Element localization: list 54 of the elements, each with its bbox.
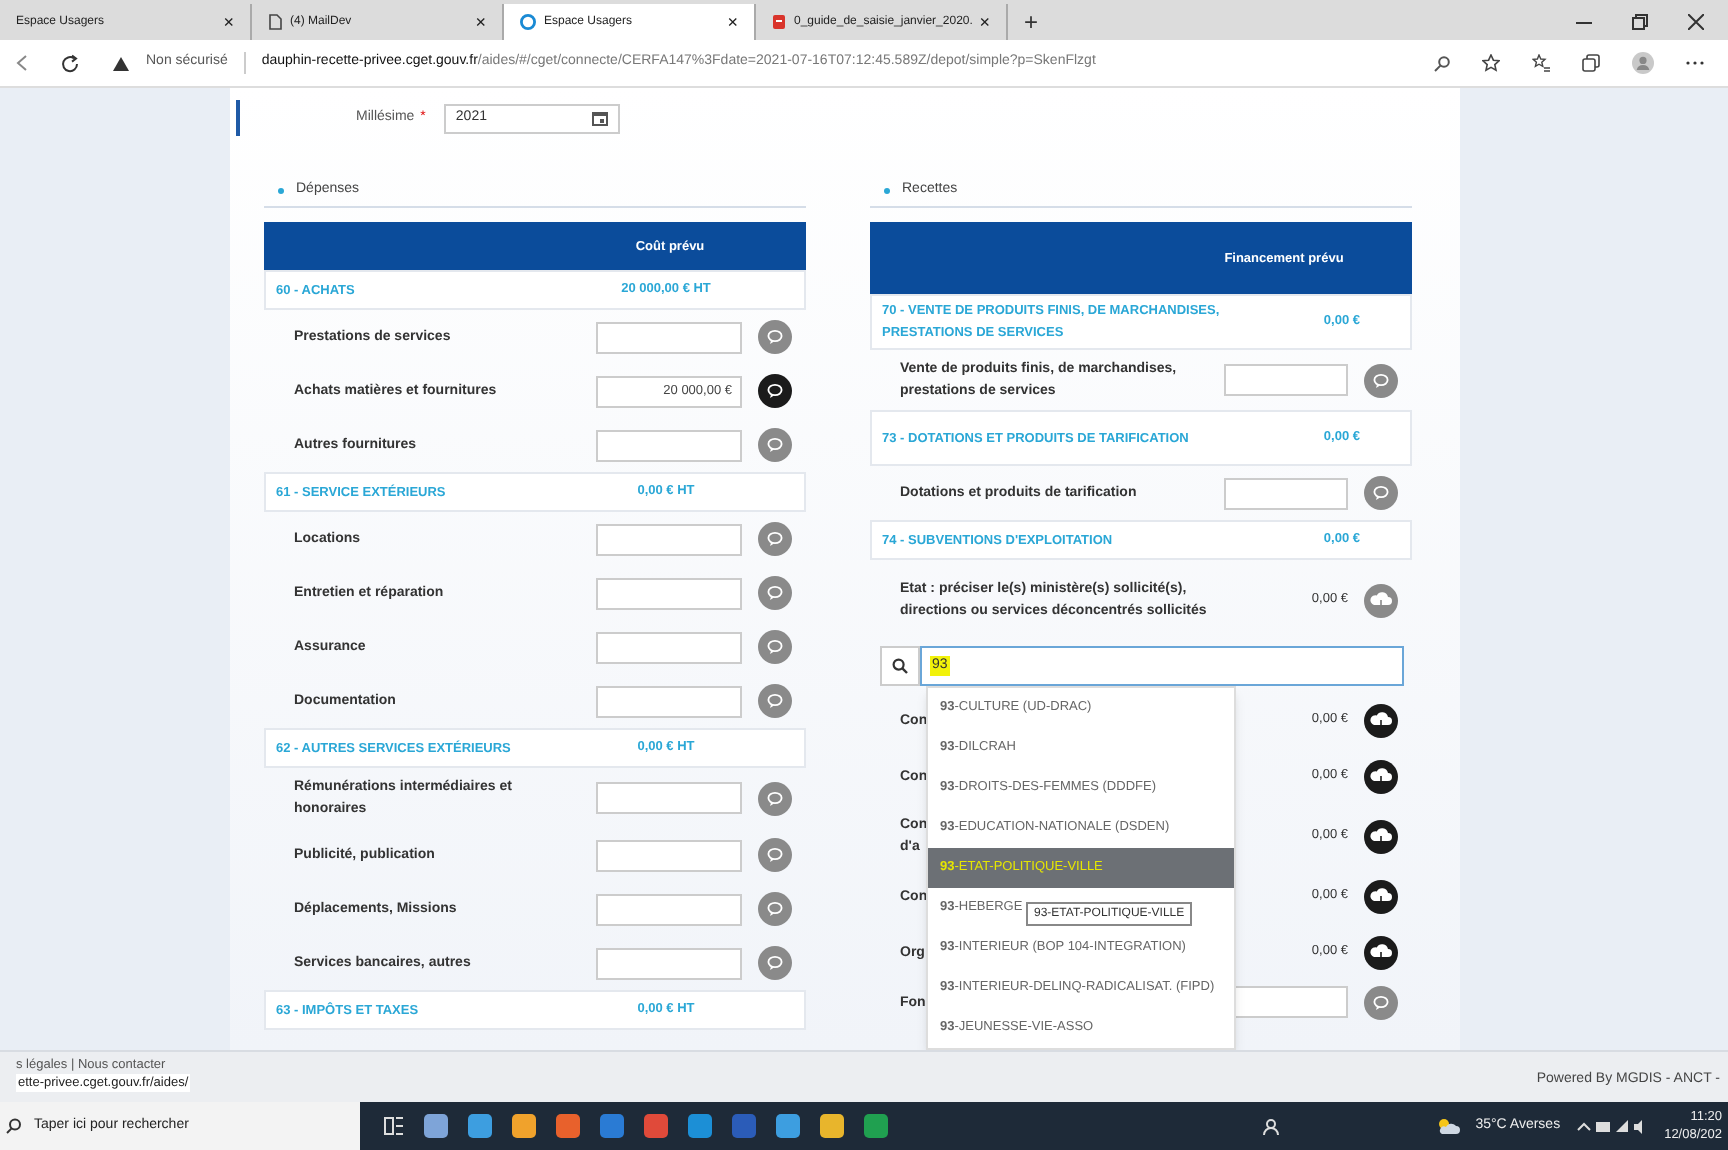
- amount-field[interactable]: [1224, 364, 1348, 396]
- amount-field[interactable]: [596, 685, 742, 717]
- tab-close-button[interactable]: ×: [727, 13, 738, 31]
- upload-button[interactable]: [1363, 819, 1397, 853]
- amount-field[interactable]: [596, 839, 742, 871]
- task-view-icon[interactable]: [384, 1116, 404, 1136]
- calendar-icon[interactable]: [591, 110, 608, 126]
- app-icon[interactable]: [512, 1114, 536, 1138]
- collections-icon[interactable]: [1582, 54, 1600, 72]
- amount-field[interactable]: [596, 321, 742, 353]
- amount-field[interactable]: [596, 523, 742, 555]
- app-icon[interactable]: [556, 1114, 580, 1138]
- warning-icon: [112, 55, 130, 71]
- amount-field[interactable]: [596, 782, 742, 814]
- bullet-icon: [884, 188, 890, 194]
- reload-icon[interactable]: [60, 53, 80, 73]
- browser-logo-icon: [520, 14, 536, 30]
- comment-button[interactable]: [757, 374, 791, 408]
- close-icon[interactable]: [1688, 14, 1704, 30]
- app-icon[interactable]: [776, 1114, 800, 1138]
- app-icon[interactable]: [688, 1114, 712, 1138]
- app-icon[interactable]: [468, 1114, 492, 1138]
- zoom-icon[interactable]: [1434, 55, 1450, 71]
- upload-button[interactable]: [1363, 879, 1397, 913]
- search-icon: [892, 658, 908, 674]
- app-icon[interactable]: [424, 1114, 448, 1138]
- app-icon[interactable]: [864, 1114, 888, 1138]
- amount-field[interactable]: [596, 577, 742, 609]
- tab-close-button[interactable]: ×: [979, 13, 990, 31]
- upload-button[interactable]: [1363, 759, 1397, 793]
- restore-icon[interactable]: [1632, 14, 1648, 30]
- upload-button[interactable]: [1363, 703, 1397, 737]
- upload-button[interactable]: [1363, 935, 1397, 969]
- pdf-icon: [772, 14, 786, 30]
- amount-field[interactable]: [596, 631, 742, 663]
- tab-close-button[interactable]: ×: [223, 13, 234, 31]
- amount-field[interactable]: [596, 429, 742, 461]
- new-tab-button[interactable]: +: [1008, 4, 1055, 40]
- page-icon: [268, 14, 282, 30]
- people-icon[interactable]: [1261, 1117, 1280, 1135]
- amount-field[interactable]: [596, 893, 742, 925]
- bullet-icon: [278, 188, 284, 194]
- app-icon[interactable]: [820, 1114, 844, 1138]
- app-icon[interactable]: [644, 1114, 668, 1138]
- profile-avatar-icon[interactable]: [1632, 52, 1654, 74]
- more-options-icon[interactable]: [1686, 60, 1704, 66]
- search-icon: [6, 1118, 22, 1134]
- favorites-list-icon[interactable]: [1532, 54, 1550, 72]
- favorite-star-icon[interactable]: [1482, 54, 1500, 72]
- tab-close-button[interactable]: ×: [475, 13, 486, 31]
- app-icon[interactable]: [600, 1114, 624, 1138]
- weather-cloud-icon: [1435, 1118, 1460, 1134]
- amount-field[interactable]: [596, 947, 742, 979]
- amount-field[interactable]: [1224, 477, 1348, 509]
